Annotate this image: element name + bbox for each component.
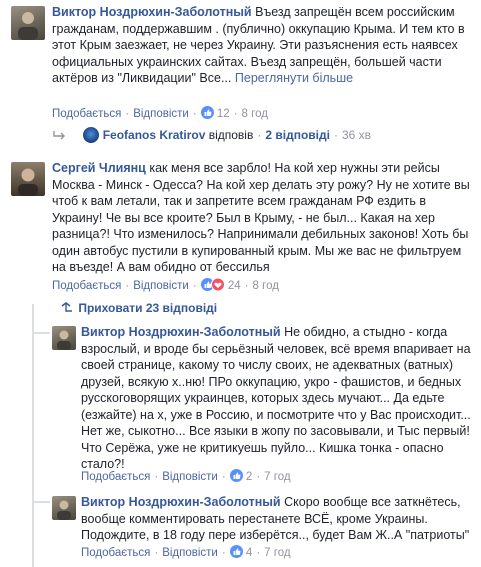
reply-2: Виктор Ноздрюхин-Заболотный Скоро вообще… <box>0 490 481 567</box>
reply-preview[interactable]: Feofanos Kratirov відповів · 2 відповіді · 3… <box>52 127 371 143</box>
reply-time[interactable]: 7 год <box>264 471 290 483</box>
like-button[interactable]: Подобається <box>52 280 121 292</box>
reply-button[interactable]: Відповісти <box>133 108 189 120</box>
like-button[interactable]: Подобається <box>81 547 150 559</box>
comment-time[interactable]: 8 год <box>242 108 268 120</box>
see-more-link[interactable]: Переглянути більше <box>235 71 353 85</box>
avatar <box>83 127 100 143</box>
reply-actions: Подобається · Відповісти · 2 · 7 год <box>81 469 291 483</box>
like-button[interactable]: Подобається <box>52 108 121 120</box>
reply-arrow-icon <box>53 131 65 140</box>
like-reaction-icon[interactable] <box>229 469 243 482</box>
reply-1: Виктор Ноздрюхин-Заболотный Не обидно, а… <box>0 318 481 490</box>
reply-action: відповів <box>208 128 254 142</box>
reply-author[interactable]: Виктор Ноздрюхин-Заболотный <box>81 495 281 509</box>
reaction-count[interactable]: 24 <box>228 280 241 292</box>
reply-button[interactable]: Відповісти <box>162 547 218 559</box>
avatar[interactable] <box>52 326 76 350</box>
reply-count-link[interactable]: 2 відповіді <box>265 128 330 142</box>
reply-author[interactable]: Виктор Ноздрюхин-Заболотный <box>81 325 281 339</box>
reactions-icon[interactable] <box>200 278 225 291</box>
reply-time[interactable]: 7 год <box>264 547 290 559</box>
reply-body: Виктор Ноздрюхин-Заболотный Скоро вообще… <box>81 494 472 544</box>
reply-body: Виктор Ноздрюхин-Заболотный Не обидно, а… <box>81 324 472 473</box>
comment-text: как меня все зарбло! На кой хер нужны эт… <box>52 161 470 274</box>
person-photo-icon <box>18 12 38 40</box>
like-button[interactable]: Подобається <box>81 471 150 483</box>
avatar[interactable] <box>11 162 45 196</box>
comment-2: Сергей Члиянц как меня все зарбло! На ко… <box>0 150 481 300</box>
person-photo-icon <box>18 168 38 196</box>
like-reaction-icon[interactable] <box>200 106 214 119</box>
reply-text: Не обидно, а стыдно - когда взрослый, и … <box>81 325 471 471</box>
collapse-arrow-icon <box>61 302 72 312</box>
comment-body: Виктор Ноздрюхин-Заболотный Въезд запрещ… <box>52 4 472 87</box>
reply-button[interactable]: Відповісти <box>162 471 218 483</box>
reaction-count[interactable]: 12 <box>217 108 230 120</box>
comment-body: Сергей Члиянц как меня все зарбло! На ко… <box>52 160 472 276</box>
reply-time: 36 хв <box>341 128 371 142</box>
comment-1: Виктор Ноздрюхин-Заболотный Въезд запрещ… <box>0 0 481 150</box>
avatar[interactable] <box>52 496 76 520</box>
reply-actions: Подобається · Відповісти · 4 · 7 год <box>81 545 291 559</box>
avatar[interactable] <box>11 6 45 40</box>
hide-replies[interactable]: Приховати 23 відповіді <box>59 301 217 315</box>
comment-actions: Подобається · Відповісти · 24 · 8 год <box>52 278 279 292</box>
comment-author[interactable]: Виктор Ноздрюхин-Заболотный <box>52 5 252 19</box>
hide-replies-link[interactable]: Приховати 23 відповіді <box>78 301 217 315</box>
reply-author[interactable]: Feofanos Kratirov <box>103 128 206 142</box>
person-photo-icon <box>57 330 71 350</box>
comment-author[interactable]: Сергей Члиянц <box>52 161 146 175</box>
like-reaction-icon[interactable] <box>229 545 243 558</box>
comment-time[interactable]: 8 год <box>253 280 279 292</box>
comment-actions: Подобається · Відповісти · 12 · 8 год <box>52 106 268 120</box>
reply-button[interactable]: Відповісти <box>133 280 189 292</box>
person-photo-icon <box>57 500 71 520</box>
